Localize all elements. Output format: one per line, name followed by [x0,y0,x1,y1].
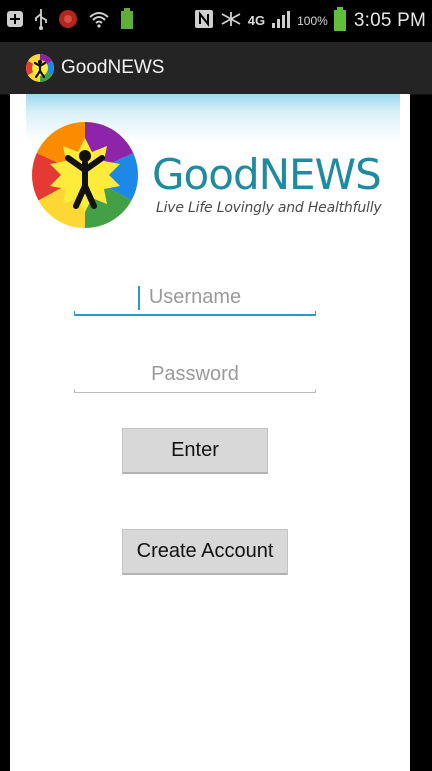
text-cursor [138,286,140,310]
mute-icon [220,10,242,33]
app-logo-icon[interactable] [25,53,55,83]
username-underline [74,311,316,316]
password-input[interactable] [74,357,316,391]
wifi-icon [88,10,110,33]
nfc-icon [194,9,214,34]
create-account-button[interactable]: Create Account [122,529,288,575]
status-bar: 4G 100% 3:05 PM [0,0,432,42]
password-underline [74,389,316,393]
usb-icon [34,8,48,35]
goodnews-banner: GoodNEWS Live Life Lovingly and Healthfu… [26,94,400,246]
action-bar: GoodNEWS [0,42,432,95]
add-notification-icon [6,10,24,33]
username-input[interactable] [74,280,316,314]
app-title: GoodNEWS [61,57,165,78]
login-screen: GoodNEWS Live Life Lovingly and Healthfu… [10,94,410,771]
signal-icon [271,10,291,33]
network-label: 4G [247,13,266,28]
enter-button[interactable]: Enter [122,428,268,474]
username-field[interactable] [74,280,316,316]
password-field[interactable] [74,357,316,393]
battery-icon [333,6,346,36]
brand-name: GoodNEWS [152,150,382,199]
shield-icon [58,9,78,34]
battery-small-icon [120,7,134,35]
brand-tagline: Live Life Lovingly and Healthfully [156,200,382,216]
goodnews-logo-icon [30,120,140,230]
clock: 3:05 PM [353,10,426,31]
network-4g-icon: 4G [248,12,265,30]
battery-percent: 100% [297,14,328,28]
